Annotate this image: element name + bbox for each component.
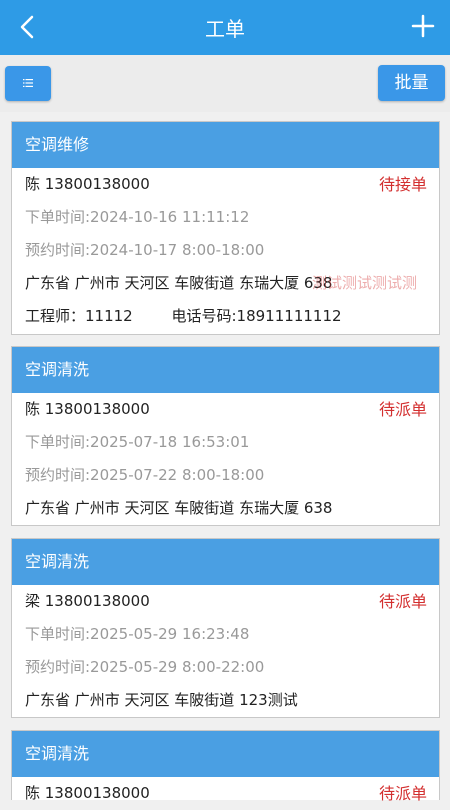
order-card[interactable]: 空调清洗 梁 13800138000 待派单 下单时间:2025-05-29 1… [11,538,440,718]
page-title: 工单 [205,17,245,41]
order-customer-row: 陈 13800138000 待派单 [12,777,439,810]
list-icon [23,79,33,87]
order-time: 下单时间:2025-05-29 16:23:48 [25,625,250,643]
order-service-title: 空调清洗 [12,539,439,585]
order-customer-row: 梁 13800138000 待派单 [12,585,439,618]
order-address: 广东省 广州市 天河区 车陂街道 东瑞大厦 638 [25,499,333,517]
order-status: 待派单 [378,400,427,419]
order-address: 广东省 广州市 天河区 车陂街道 东瑞大厦 638 [25,274,333,292]
order-customer: 陈 13800138000 [25,784,150,802]
order-customer: 陈 13800138000 [25,175,150,193]
order-service-title: 空调清洗 [12,347,439,393]
order-customer: 梁 13800138000 [25,592,150,610]
toolbar: 批量 [0,55,450,112]
order-status: 待接单 [378,175,427,194]
appointment-time: 预约时间:2025-07-22 8:00-18:00 [25,466,265,484]
list-menu-button[interactable] [5,66,51,101]
order-customer-row: 陈 13800138000 待派单 [12,393,439,426]
engineer-phone: 电话号码:18911111112 [171,307,342,325]
order-address-row: 广东省 广州市 天河区 车陂街道 东瑞大厦 638 测试测试测试测 [12,267,439,300]
add-icon[interactable] [410,13,436,39]
order-service-title: 空调维修 [12,122,439,168]
order-card[interactable]: 空调清洗 陈 13800138000 待派单 [11,730,440,803]
order-time: 下单时间:2025-07-18 16:53:01 [25,433,250,451]
order-note: 测试测试测试测 [312,274,418,292]
order-address: 广东省 广州市 天河区 车陂街道 123测试 [25,691,298,709]
app-header: 工单 [0,0,450,55]
order-card[interactable]: 空调维修 陈 13800138000 待接单 下单时间:2024-10-16 1… [11,121,440,335]
appointment-time: 预约时间:2024-10-17 8:00-18:00 [25,241,265,259]
appointment-time: 预约时间:2025-05-29 8:00-22:00 [25,658,265,676]
order-customer: 陈 13800138000 [25,400,150,418]
order-status: 待派单 [378,784,427,803]
order-time: 下单时间:2024-10-16 11:11:12 [25,208,250,226]
batch-button[interactable]: 批量 [378,65,445,101]
order-status: 待派单 [378,592,427,611]
order-service-title: 空调清洗 [12,731,439,777]
order-card[interactable]: 空调清洗 陈 13800138000 待派单 下单时间:2025-07-18 1… [11,346,440,526]
engineer-label: 工程师：11112 [25,307,133,325]
order-customer-row: 陈 13800138000 待接单 [12,168,439,201]
engineer-row: 工程师：11112 电话号码:18911111112 [12,300,439,333]
